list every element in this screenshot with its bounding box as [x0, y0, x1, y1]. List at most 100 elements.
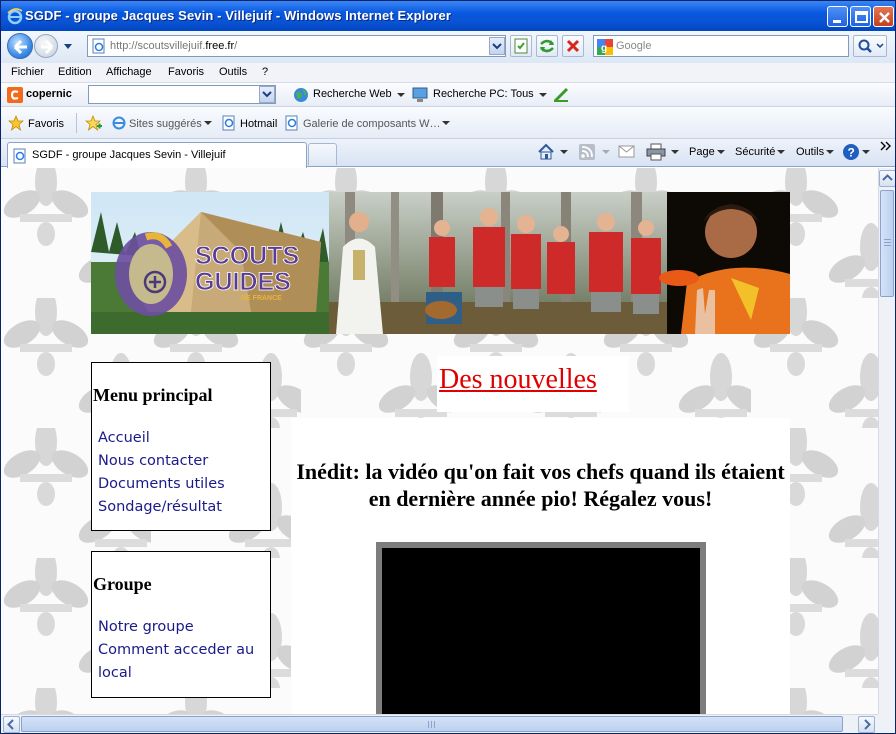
tab-title: SGDF - groupe Jacques Sevin - Villejuif	[32, 149, 226, 161]
search-box[interactable]: g Google	[593, 35, 849, 57]
menu-link-notre-groupe[interactable]: Notre groupe	[98, 616, 270, 639]
menu-help[interactable]: ?	[262, 66, 268, 78]
scroll-thumb[interactable]	[880, 190, 894, 297]
horizontal-scrollbar[interactable]	[1, 714, 878, 733]
chevron-down-icon[interactable]	[204, 121, 212, 127]
window-title: SGDF - groupe Jacques Sevin - Villejuif …	[25, 8, 452, 23]
google-logo-icon: g	[597, 39, 613, 55]
arrow-up-icon	[882, 174, 893, 181]
chevron-down-icon[interactable]	[539, 93, 547, 99]
chevron-down-icon[interactable]	[602, 150, 610, 156]
chevron-double-right-icon[interactable]	[880, 141, 892, 151]
hotmail-link[interactable]: Hotmail	[240, 118, 277, 130]
stop-icon	[566, 39, 580, 53]
rss-feed-icon[interactable]	[579, 144, 595, 160]
close-window-button[interactable]	[873, 6, 894, 27]
ie-page-icon	[285, 115, 298, 131]
chevron-down-icon[interactable]	[862, 150, 870, 156]
article-panel: Inédit: la vidéo qu'on fait vos chefs qu…	[291, 418, 790, 714]
tools-menu[interactable]: Outils	[796, 146, 824, 158]
favorites-star-icon	[8, 115, 24, 131]
chevron-down-icon[interactable]	[442, 121, 450, 127]
scroll-right-button[interactable]	[858, 716, 875, 733]
copernic-logo-icon	[7, 87, 23, 103]
tab-active[interactable]: SGDF - groupe Jacques Sevin - Villejuif	[7, 142, 307, 168]
news-title: Des nouvelles	[439, 364, 597, 395]
scrollbar-corner	[878, 714, 895, 733]
scroll-left-button[interactable]	[3, 716, 20, 733]
menu-link-sondage[interactable]: Sondage/résultat	[98, 496, 270, 519]
forward-button[interactable]	[34, 34, 58, 58]
chevron-down-icon[interactable]	[717, 150, 725, 156]
favorites-button[interactable]: Favoris	[28, 118, 64, 130]
menu-link-documents[interactable]: Documents utiles	[98, 473, 270, 496]
menu-affichage[interactable]: Affichage	[106, 66, 152, 78]
page-content: SCOUTS GUIDES DE FRANCE Menu principal A…	[1, 168, 878, 714]
chevron-down-icon[interactable]	[560, 150, 568, 156]
refresh-icon	[540, 39, 554, 53]
address-dropdown-button[interactable]	[489, 37, 505, 55]
horizontal-scroll-thumb[interactable]	[21, 716, 843, 732]
web-slice-gallery-link[interactable]: Galerie de composants W…	[303, 118, 441, 130]
menu-fichier[interactable]: Fichier	[11, 66, 44, 78]
chevron-down-icon[interactable]	[826, 150, 834, 156]
security-menu[interactable]: Sécurité	[735, 146, 775, 158]
new-tab-button[interactable]	[308, 143, 337, 165]
page-icon	[92, 38, 105, 54]
magnifier-icon	[858, 39, 884, 53]
chevron-down-icon[interactable]	[397, 93, 405, 99]
video-player[interactable]	[376, 542, 706, 714]
search-go-button[interactable]	[853, 35, 887, 57]
mail-icon[interactable]	[618, 145, 636, 159]
arrow-left-icon	[7, 719, 14, 730]
maximize-button[interactable]	[850, 6, 871, 27]
menu-favoris[interactable]: Favoris	[168, 66, 204, 78]
pc-search-button[interactable]: Recherche PC: Tous	[433, 88, 534, 100]
logo-text-scouts: SCOUTS	[195, 242, 299, 270]
print-icon[interactable]	[646, 143, 666, 161]
header-banner: SCOUTS GUIDES DE FRANCE	[91, 192, 790, 334]
minimize-icon	[833, 20, 841, 23]
arrow-right-icon	[41, 39, 54, 55]
add-favorite-icon[interactable]	[85, 115, 103, 131]
computer-icon	[412, 87, 428, 102]
vertical-scrollbar[interactable]	[878, 168, 895, 714]
highlight-pen-icon[interactable]	[553, 87, 569, 103]
browser-window: SGDF - groupe Jacques Sevin - Villejuif …	[0, 0, 896, 734]
chevron-down-icon[interactable]	[671, 150, 679, 156]
article-heading: Inédit: la vidéo qu'on fait vos chefs qu…	[296, 459, 785, 511]
menu-outils[interactable]: Outils	[219, 66, 247, 78]
maximize-icon	[855, 11, 868, 23]
home-icon[interactable]	[537, 143, 555, 161]
chevron-down-icon[interactable]	[777, 150, 785, 156]
help-icon[interactable]: ?	[842, 143, 860, 161]
compatibility-view-button[interactable]	[510, 35, 532, 57]
menu-link-contact[interactable]: Nous contacter	[98, 450, 270, 473]
ie-logo-icon	[7, 8, 23, 25]
menu-link-accueil[interactable]: Accueil	[98, 427, 270, 450]
menu-edition[interactable]: Edition	[58, 66, 92, 78]
copernic-search-input[interactable]	[88, 85, 276, 104]
main-menu-box: Menu principal Accueil Nous contacter Do…	[91, 362, 271, 531]
main-menu-title: Menu principal	[93, 385, 213, 405]
url-text: http://scoutsvillejuif.free.fr/	[110, 40, 238, 52]
suggested-sites-button[interactable]: Sites suggérés	[129, 118, 202, 130]
arrow-right-icon	[864, 719, 871, 730]
svg-text:?: ?	[848, 146, 855, 160]
globe-icon	[294, 88, 308, 102]
stop-button[interactable]	[562, 35, 584, 57]
copernic-logo-text: copernic	[26, 88, 72, 100]
menu-link-local[interactable]: Comment acceder au local	[98, 639, 270, 685]
scroll-up-button[interactable]	[879, 170, 895, 187]
address-bar[interactable]: http://scoutsvillejuif.free.fr/	[87, 35, 506, 57]
chevron-down-icon	[492, 43, 502, 50]
page-menu[interactable]: Page	[689, 146, 715, 158]
chevron-down-icon	[262, 91, 272, 98]
copernic-dropdown-button[interactable]	[259, 86, 275, 103]
history-dropdown-icon[interactable]	[63, 43, 73, 51]
minimize-button[interactable]	[827, 6, 848, 27]
tab-bar: SGDF - groupe Jacques Sevin - Villejuif …	[1, 139, 895, 168]
web-search-button[interactable]: Recherche Web	[313, 88, 392, 100]
back-button[interactable]	[7, 33, 33, 59]
refresh-button[interactable]	[536, 35, 558, 57]
